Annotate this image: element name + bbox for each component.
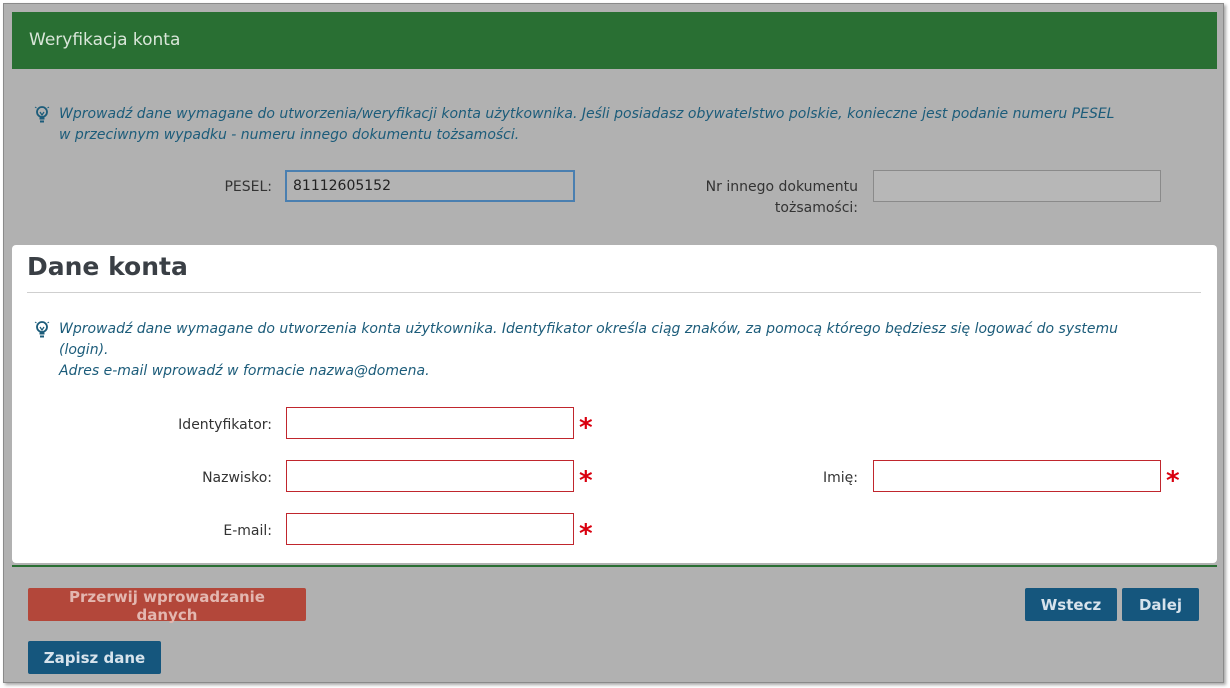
footer-divider [12, 565, 1217, 567]
panel-title: Weryfikacja konta [29, 30, 181, 50]
verification-info-text: Wprowadź dane wymagane do utworzenia/wer… [59, 104, 1114, 146]
pesel-label: PESEL: [224, 179, 272, 195]
account-info-text: Wprowadź dane wymagane do utworzenia kon… [59, 319, 1118, 382]
account-card: Dane konta Wprowadź dane wymagane do utw… [12, 245, 1217, 563]
other-doc-input[interactable] [873, 170, 1161, 202]
back-button[interactable]: Wstecz [1025, 588, 1117, 621]
login-label: Identyfikator: [178, 417, 272, 433]
required-marker: * [579, 413, 593, 443]
info-line: Adres e-mail wprowadź w formacie nazwa@d… [59, 363, 430, 379]
email-label: E-mail: [223, 523, 272, 539]
firstname-input[interactable] [873, 460, 1161, 492]
account-card-title: Dane konta [27, 252, 188, 281]
login-input[interactable] [286, 407, 574, 439]
pesel-input[interactable] [285, 170, 575, 202]
lightbulb-icon [34, 106, 50, 123]
info-line: Wprowadź dane wymagane do utworzenia/wer… [59, 106, 1115, 122]
next-button[interactable]: Dalej [1122, 588, 1199, 621]
account-info: Wprowadź dane wymagane do utworzenia kon… [34, 319, 1118, 382]
panel-header: Weryfikacja konta [12, 12, 1217, 69]
other-doc-label: Nr innego dokumentu tożsamości: [644, 177, 858, 219]
surname-input[interactable] [286, 460, 574, 492]
other-doc-label-line2: tożsamości: [774, 200, 858, 216]
verification-info: Wprowadź dane wymagane do utworzenia/wer… [34, 104, 1114, 146]
dialog-window: Weryfikacja konta Wprowadź dane wymagane… [3, 3, 1224, 683]
abort-button[interactable]: Przerwij wprowadzanie danych [28, 588, 306, 624]
required-marker: * [579, 519, 593, 549]
info-line: (login). [59, 342, 109, 358]
other-doc-label-line1: Nr innego dokumentu [705, 179, 858, 195]
info-line: w przeciwnym wypadku - numeru innego dok… [59, 127, 520, 143]
required-marker: * [1166, 466, 1180, 496]
info-line: Wprowadź dane wymagane do utworzenia kon… [59, 321, 1119, 337]
email-input[interactable] [286, 513, 574, 545]
lightbulb-icon [34, 321, 50, 338]
firstname-label: Imię: [823, 470, 858, 486]
required-marker: * [579, 466, 593, 496]
surname-label: Nazwisko: [202, 470, 272, 486]
save-button[interactable]: Zapisz dane [28, 641, 161, 674]
divider [27, 292, 1201, 293]
